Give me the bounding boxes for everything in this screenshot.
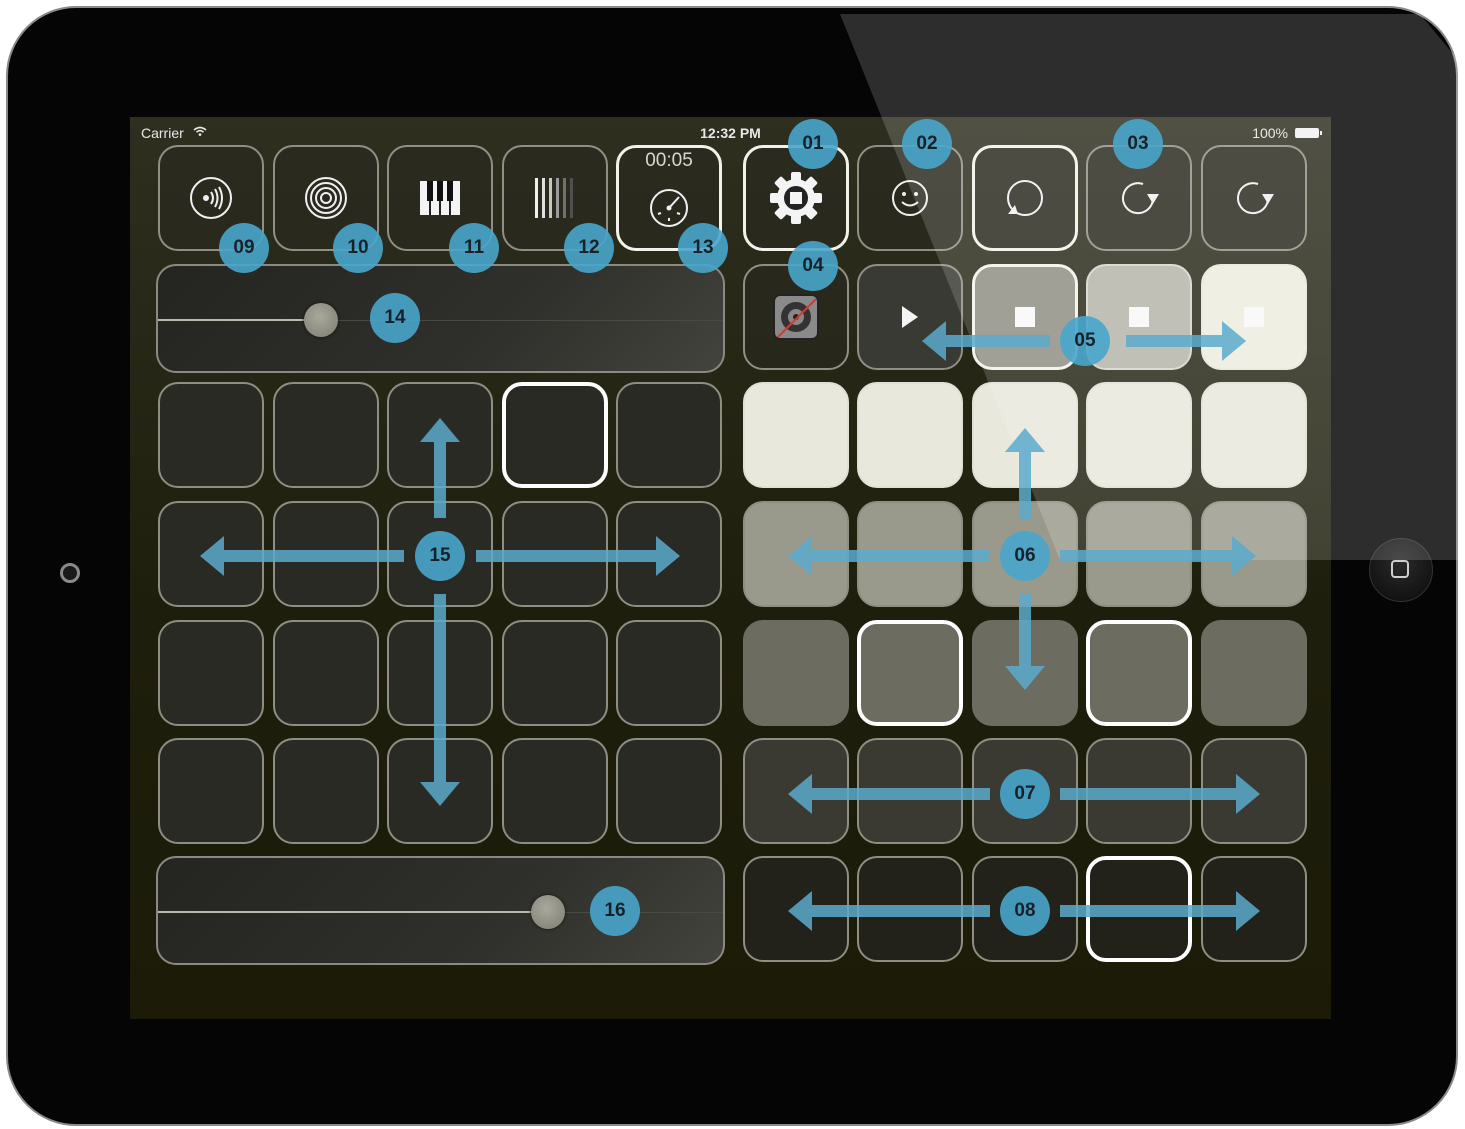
left-pad[interactable] — [387, 738, 493, 844]
bars-icon — [535, 178, 573, 218]
annotation-badge: 15 — [415, 531, 465, 581]
concentric-circles-icon — [305, 177, 347, 219]
left-pad[interactable] — [616, 382, 722, 488]
right-pad[interactable] — [1201, 620, 1307, 726]
gear-stop-icon — [770, 172, 822, 224]
left-pad[interactable] — [158, 620, 264, 726]
camera-icon — [60, 563, 80, 583]
battery-icon — [1295, 128, 1322, 138]
right-pad[interactable] — [1086, 382, 1192, 488]
left-pad[interactable] — [387, 620, 493, 726]
slider-track-filled — [158, 911, 548, 913]
right-pad[interactable] — [743, 856, 849, 962]
left-pad[interactable] — [273, 620, 379, 726]
annotation-badge: 04 — [788, 241, 838, 291]
right-pad[interactable] — [857, 382, 963, 488]
stop-button-3[interactable] — [1201, 264, 1307, 370]
right-pad[interactable] — [857, 501, 963, 607]
annotation-badge: 14 — [370, 293, 420, 343]
right-pad[interactable] — [1086, 856, 1192, 962]
right-pad[interactable] — [1086, 501, 1192, 607]
right-pad[interactable] — [743, 382, 849, 488]
left-pad[interactable] — [158, 501, 264, 607]
left-pad[interactable] — [502, 738, 608, 844]
loop-button[interactable] — [972, 145, 1078, 251]
right-pad[interactable] — [1086, 620, 1192, 726]
right-pad[interactable] — [857, 856, 963, 962]
right-pad[interactable] — [1086, 738, 1192, 844]
redo-icon — [1237, 182, 1274, 215]
annotation-badge: 07 — [1000, 769, 1050, 819]
speaker-icon — [190, 177, 232, 219]
left-pad[interactable] — [502, 382, 608, 488]
right-pad[interactable] — [1201, 382, 1307, 488]
annotation-badge: 09 — [219, 223, 269, 273]
right-pad[interactable] — [857, 738, 963, 844]
home-button[interactable] — [1369, 538, 1433, 602]
redo-icon — [1122, 182, 1159, 215]
stop-icon — [1015, 307, 1035, 327]
left-pad[interactable] — [273, 738, 379, 844]
top-slider[interactable] — [156, 264, 725, 373]
left-pad[interactable] — [273, 382, 379, 488]
left-pad[interactable] — [273, 501, 379, 607]
right-pad[interactable] — [857, 620, 963, 726]
left-pad[interactable] — [158, 382, 264, 488]
loop-icon — [1007, 180, 1043, 216]
stop-button-1[interactable] — [972, 264, 1078, 370]
play-icon — [902, 306, 918, 328]
app-screen: Carrier 12:32 PM 100% 00:05 — [130, 117, 1331, 1019]
home-icon — [1391, 560, 1409, 578]
redo-button-2[interactable] — [1201, 145, 1307, 251]
battery-percent: 100% — [1252, 125, 1288, 141]
right-pad[interactable] — [1201, 856, 1307, 962]
right-pad[interactable] — [1201, 501, 1307, 607]
annotation-badge: 01 — [788, 119, 838, 169]
slider-thumb[interactable] — [304, 303, 338, 337]
annotation-badge: 11 — [449, 223, 499, 273]
left-pad[interactable] — [158, 738, 264, 844]
left-pad[interactable] — [502, 501, 608, 607]
annotation-badge: 05 — [1060, 316, 1110, 366]
left-pad[interactable] — [502, 620, 608, 726]
left-pad[interactable] — [616, 620, 722, 726]
no-output-icon — [773, 294, 819, 340]
piano-keys-icon — [420, 181, 460, 215]
left-pad[interactable] — [616, 738, 722, 844]
left-pad[interactable] — [387, 382, 493, 488]
right-pad[interactable] — [972, 620, 1078, 726]
play-button[interactable] — [857, 264, 963, 370]
annotation-badge: 08 — [1000, 886, 1050, 936]
annotation-badge: 13 — [678, 223, 728, 273]
slider-thumb[interactable] — [531, 895, 565, 929]
smiley-icon — [892, 180, 928, 216]
right-pad[interactable] — [743, 620, 849, 726]
annotation-badge: 12 — [564, 223, 614, 273]
right-pad[interactable] — [743, 738, 849, 844]
dial-icon — [650, 189, 688, 227]
annotation-badge: 10 — [333, 223, 383, 273]
right-pad[interactable] — [1201, 738, 1307, 844]
stop-icon — [1244, 307, 1264, 327]
annotation-badge: 02 — [902, 119, 952, 169]
stop-icon — [1129, 307, 1149, 327]
annotation-badge: 16 — [590, 886, 640, 936]
annotation-badge: 06 — [1000, 531, 1050, 581]
right-pad[interactable] — [972, 382, 1078, 488]
right-pad[interactable] — [743, 501, 849, 607]
annotation-badge: 03 — [1113, 119, 1163, 169]
left-pad[interactable] — [616, 501, 722, 607]
slider-track-filled — [158, 319, 318, 321]
